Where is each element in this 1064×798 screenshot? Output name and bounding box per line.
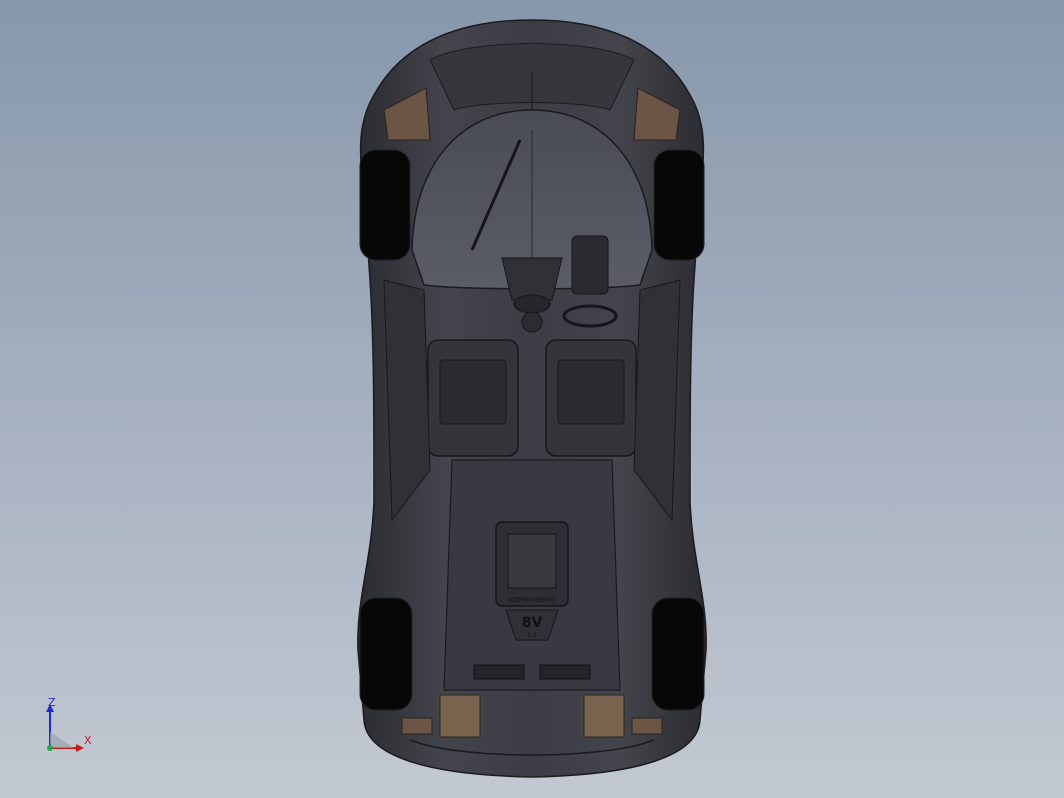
console-ornament <box>513 294 551 314</box>
x-axis-arrow <box>76 744 84 752</box>
triad-origin <box>47 745 53 751</box>
logo-emblem <box>521 311 543 333</box>
rear-left-tire <box>359 597 413 711</box>
badge-text: 8V <box>522 615 543 631</box>
gear-shifter <box>571 235 609 295</box>
coordinate-triad: Z X <box>46 696 92 752</box>
center-console <box>501 257 563 301</box>
rear-right-marker <box>631 717 663 735</box>
right-seat <box>545 339 637 457</box>
engine-label: KOENIGSEGG <box>509 596 556 604</box>
graphics-viewport[interactable]: KOENIGSEGG 8V 2.0 <box>0 0 1064 798</box>
rear-right-tire <box>651 597 705 711</box>
rear-right-lamp <box>583 694 625 738</box>
rear-left-lamp <box>439 694 481 738</box>
front-left-tire <box>359 149 411 261</box>
rear-grille-left <box>473 664 525 680</box>
rear-left-marker <box>401 717 433 735</box>
rear-grille-right <box>539 664 591 680</box>
x-axis-label: X <box>84 734 92 747</box>
triad-plane <box>50 732 74 748</box>
car-model[interactable]: KOENIGSEGG 8V 2.0 <box>357 19 707 778</box>
engine-intake <box>507 533 557 589</box>
z-axis-label: Z <box>48 696 56 709</box>
front-right-tire <box>653 149 705 261</box>
small-badge-text: 2.0 <box>527 632 537 639</box>
left-seat <box>427 339 519 457</box>
